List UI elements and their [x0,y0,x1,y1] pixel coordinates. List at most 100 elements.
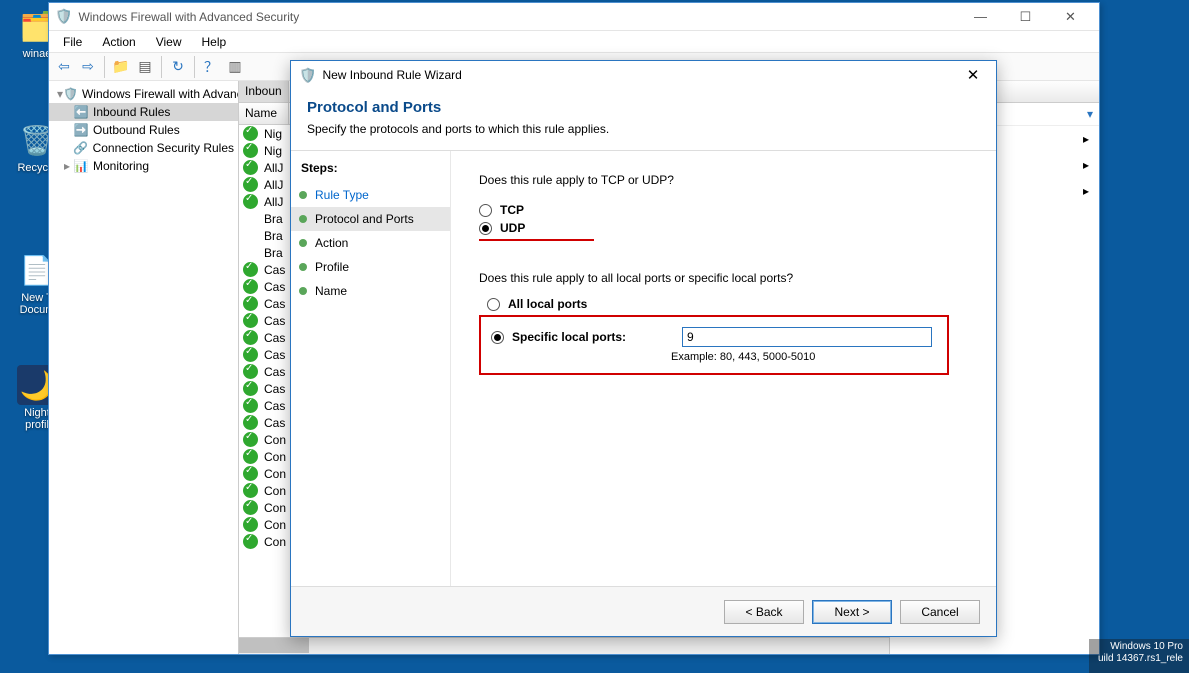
page-subtitle: Specify the protocols and ports to which… [307,122,980,136]
menu-help[interactable]: Help [192,33,237,51]
tree-item-outbound[interactable]: ➡️ Outbound Rules [49,121,238,139]
step-label: Name [315,284,347,298]
chevron-right-icon: ▸ [1083,132,1089,146]
radio-udp[interactable]: UDP [479,221,968,235]
page-title: Protocol and Ports [307,99,980,116]
rule-name: Cas [264,297,285,311]
navigation-tree: ▾ 🛡️ Windows Firewall with Advance ⬅️ In… [49,81,239,654]
menu-action[interactable]: Action [92,33,145,51]
scrollbar-thumb[interactable] [239,638,309,653]
radio-icon[interactable] [491,331,504,344]
next-button[interactable]: Next > [812,600,892,624]
enabled-icon [243,126,258,141]
monitoring-icon: 📊 [73,158,89,174]
enabled-icon [243,466,258,481]
enabled-icon [243,177,258,192]
properties-icon[interactable]: ▥ [224,56,246,78]
step-protocol-ports[interactable]: Protocol and Ports [291,207,450,231]
enabled-icon [243,330,258,345]
expand-icon[interactable]: ▸ [61,159,73,173]
tree-item-inbound[interactable]: ⬅️ Inbound Rules [49,103,238,121]
tree-label: Connection Security Rules [93,141,234,155]
refresh-icon[interactable]: ↻ [167,56,189,78]
enabled-icon [243,534,258,549]
step-link[interactable]: Rule Type [315,188,369,202]
enabled-icon [243,143,258,158]
enabled-icon [243,194,258,209]
chevron-right-icon: ▸ [1083,158,1089,172]
rule-name: Cas [264,416,285,430]
step-profile[interactable]: Profile [291,255,450,279]
rule-name: Bra [264,212,283,226]
enabled-icon [243,262,258,277]
wizard-icon: 🛡️ [299,67,316,84]
enabled-icon [243,347,258,362]
minimize-button[interactable]: — [958,4,1003,30]
separator [194,56,195,78]
radio-all-ports[interactable]: All local ports [487,297,968,311]
port-input[interactable] [682,327,932,347]
rule-name: Cas [264,314,285,328]
rule-name: Con [264,450,286,464]
rule-name: AllJ [264,178,283,192]
radio-tcp[interactable]: TCP [479,203,968,217]
radio-icon[interactable] [479,204,492,217]
rule-name: Cas [264,399,285,413]
enabled-icon [243,398,258,413]
folder-up-icon[interactable]: 📁 [110,56,132,78]
forward-icon[interactable]: ⇨ [77,56,99,78]
back-icon[interactable]: ⇦ [53,56,75,78]
dropdown-icon[interactable]: ▾ [1087,107,1093,121]
step-name[interactable]: Name [291,279,450,303]
close-button[interactable]: ✕ [1048,4,1093,30]
tree-label: Windows Firewall with Advance [82,87,239,101]
back-button[interactable]: < Back [724,600,804,624]
enabled-icon [243,432,258,447]
close-button[interactable]: ✕ [958,63,988,87]
steps-heading: Steps: [291,157,450,183]
tree-label: Inbound Rules [93,105,170,119]
enabled-icon [243,279,258,294]
horizontal-scrollbar[interactable] [239,637,889,654]
window-title: Windows Firewall with Advanced Security [78,10,958,24]
step-rule-type[interactable]: Rule Type [291,183,450,207]
radio-specific-ports[interactable]: Specific local ports: [491,327,937,347]
firewall-icon: 🛡️ [55,8,72,25]
help-icon[interactable]: ？ [200,56,222,78]
taskbar-watermark: Windows 10 Pro uild 14367.rs1_rele [1089,639,1189,673]
question-ports: Does this rule apply to all local ports … [479,271,968,285]
cancel-button[interactable]: Cancel [900,600,980,624]
wizard-button-bar: < Back Next > Cancel [291,586,996,636]
radio-icon[interactable] [487,298,500,311]
radio-label: All local ports [508,297,587,311]
rule-name: Cas [264,331,285,345]
step-label: Protocol and Ports [315,212,414,226]
separator [161,56,162,78]
step-bullet-icon [299,215,307,223]
rule-name: AllJ [264,195,283,209]
wizard-titlebar[interactable]: 🛡️ New Inbound Rule Wizard ✕ [291,61,996,89]
menu-view[interactable]: View [146,33,192,51]
tree-item-monitoring[interactable]: ▸ 📊 Monitoring [49,157,238,175]
step-bullet-icon [299,287,307,295]
titlebar[interactable]: 🛡️ Windows Firewall with Advanced Securi… [49,3,1099,31]
tree-item-connection-security[interactable]: 🔗 Connection Security Rules [49,139,238,157]
security-rules-icon: 🔗 [73,140,89,156]
tree-root-item[interactable]: ▾ 🛡️ Windows Firewall with Advance [49,85,238,103]
rule-name: Cas [264,382,285,396]
step-bullet-icon [299,191,307,199]
tree-label: Monitoring [93,159,149,173]
rule-name: Cas [264,263,285,277]
rule-name: Con [264,484,286,498]
menu-file[interactable]: File [53,33,92,51]
list-icon[interactable]: ▤ [134,56,156,78]
maximize-button[interactable]: ☐ [1003,4,1048,30]
step-label: Profile [315,260,349,274]
rule-name: Con [264,433,286,447]
col-name[interactable]: Name [239,103,289,124]
wizard-content: Does this rule apply to TCP or UDP? TCP … [451,151,996,586]
step-action[interactable]: Action [291,231,450,255]
radio-icon[interactable] [479,222,492,235]
radio-label: Specific local ports: [512,330,682,344]
wizard-steps: Steps: Rule Type Protocol and Ports Acti… [291,151,451,586]
